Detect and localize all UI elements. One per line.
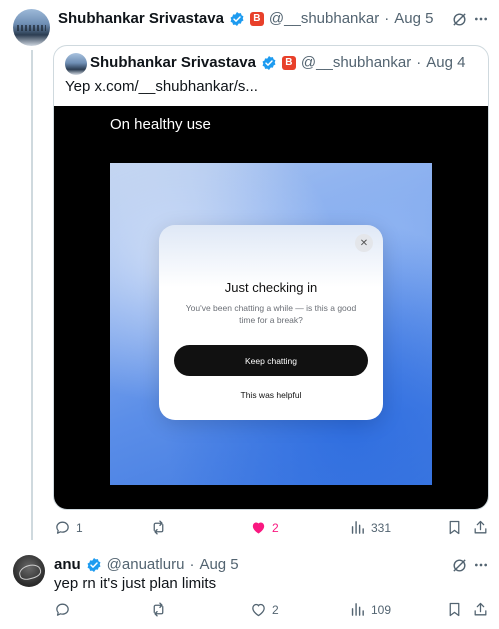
reply-button[interactable]: [54, 601, 76, 618]
quoted-author-avatar: [65, 53, 87, 75]
repost-icon: [153, 520, 164, 535]
thread-line: [31, 50, 33, 540]
share-icon: [474, 520, 487, 534]
repost-icon: [153, 602, 164, 617]
keep-chatting-button: Keep chatting: [174, 345, 368, 376]
post-date[interactable]: Aug 5: [394, 10, 433, 27]
quoted-author-name: Shubhankar Srivastava: [90, 54, 256, 71]
bookmark-icon: [449, 520, 460, 535]
separator: ·: [416, 54, 422, 71]
more-options-icon[interactable]: [472, 10, 490, 28]
author-name[interactable]: Shubhankar Srivastava: [58, 10, 224, 27]
views-button[interactable]: 331: [349, 519, 391, 536]
reply-icon: [56, 521, 69, 534]
quoted-post-date: Aug 4: [426, 54, 466, 71]
verified-icon: [230, 11, 244, 26]
like-count: 2: [272, 520, 279, 535]
views-count: 109: [371, 602, 392, 617]
reply-author-handle[interactable]: @anuatluru: [107, 556, 185, 573]
bookmark-button[interactable]: [446, 601, 463, 618]
heart-icon: [252, 603, 265, 617]
more-options-icon[interactable]: [472, 556, 490, 574]
helpful-button: This was helpful: [240, 390, 302, 400]
quoted-post[interactable]: Shubhankar Srivastava B @__shubhankar · …: [53, 45, 489, 510]
repost-button[interactable]: [150, 519, 172, 536]
author-handle[interactable]: @__shubhankar: [269, 10, 379, 27]
dialog-body: You've been chatting a while — is this a…: [185, 303, 357, 325]
reply-button[interactable]: 1: [54, 519, 83, 536]
views-icon: [351, 603, 364, 616]
reply-count: 1: [76, 520, 83, 535]
quoted-header: Shubhankar Srivastava B @__shubhankar · …: [90, 54, 465, 71]
grok-icon[interactable]: [450, 556, 468, 574]
quoted-media[interactable]: On healthy use ✕ Just checking in You've…: [54, 106, 488, 509]
bookmark-icon: [449, 602, 460, 617]
views-icon: [351, 521, 364, 534]
verified-icon: [262, 55, 276, 70]
reply-header: anu @anuatluru · Aug 5: [54, 556, 239, 573]
reply-text: yep rn it's just plan limits: [54, 575, 217, 592]
repost-button[interactable]: [150, 601, 172, 618]
verified-icon: [87, 557, 101, 572]
reply-date[interactable]: Aug 5: [199, 556, 238, 573]
reply-author-name[interactable]: anu: [54, 556, 81, 573]
post-header: Shubhankar Srivastava B @__shubhankar · …: [58, 10, 433, 27]
close-icon: ✕: [355, 234, 373, 252]
break-dialog: ✕ Just checking in You've been chatting …: [159, 225, 383, 420]
like-count: 2: [272, 602, 279, 617]
like-button[interactable]: 2: [250, 601, 279, 618]
like-button[interactable]: 2: [250, 519, 279, 536]
bookmark-button[interactable]: [446, 519, 463, 536]
grok-icon[interactable]: [450, 10, 468, 28]
dialog-title: Just checking in: [224, 280, 318, 295]
quoted-author-handle: @__shubhankar: [300, 54, 412, 71]
heart-filled-icon: [252, 522, 265, 534]
separator: ·: [189, 556, 195, 573]
reply-author-avatar[interactable]: [13, 555, 45, 587]
views-button[interactable]: 109: [349, 601, 391, 618]
share-button[interactable]: [472, 601, 489, 618]
affiliate-badge-icon: B: [249, 11, 264, 26]
affiliate-badge-icon: B: [281, 55, 296, 70]
quoted-post-text: Yep x.com/__shubhankar/s...: [65, 78, 258, 95]
media-image: ✕ Just checking in You've been chatting …: [110, 163, 432, 485]
author-avatar[interactable]: [13, 9, 50, 46]
share-button[interactable]: [472, 519, 489, 536]
share-icon: [474, 602, 487, 616]
views-count: 331: [371, 520, 392, 535]
separator: ·: [384, 10, 390, 27]
media-title: On healthy use: [110, 116, 211, 133]
reply-icon: [56, 603, 69, 616]
